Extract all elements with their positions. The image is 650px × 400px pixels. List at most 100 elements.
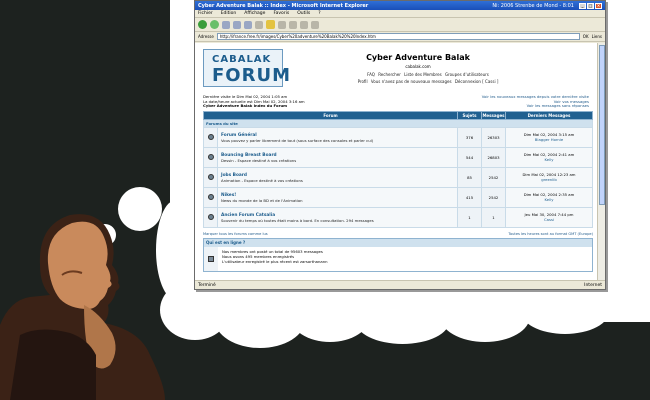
topics-count: 415: [457, 187, 482, 208]
menu-edit[interactable]: Edition: [221, 11, 237, 16]
refresh-icon[interactable]: [233, 20, 241, 29]
internet-zone: Internet: [584, 282, 602, 288]
col-posts: Messages: [481, 111, 506, 120]
nav-memberlist[interactable]: Liste des Membres: [404, 72, 442, 77]
titlebar-right-text: Ni: 2006 Strenbe de Mond - 8:01: [492, 2, 574, 9]
nav-usergroups[interactable]: Groupes d'utilisateurs: [445, 72, 489, 77]
posts-count: 1: [481, 207, 506, 228]
menu-tools[interactable]: Outils: [297, 11, 310, 16]
category-title[interactable]: Forums du site: [203, 119, 593, 128]
thinking-man-illustration: [0, 214, 165, 400]
close-button[interactable]: ×: [595, 2, 602, 9]
newest-member-line: L'utilisateur enregistré le plus récent …: [222, 259, 328, 264]
forum-index-link[interactable]: Cyber Adventure Balak Index du Forum: [203, 104, 305, 109]
scrollbar-thumb[interactable]: [599, 45, 605, 205]
posts-count: 2542: [481, 187, 506, 208]
menu-view[interactable]: Affichage: [244, 11, 265, 16]
forum-table: Forum Sujets Messages Derniers Messages …: [203, 111, 593, 228]
mail-icon[interactable]: [289, 20, 297, 29]
status-text: Terminé: [198, 282, 216, 288]
folder-icon: [207, 154, 214, 160]
col-topics: Sujets: [457, 111, 482, 120]
folder-icon: [207, 194, 214, 200]
last-post-user[interactable]: greenlib: [506, 177, 592, 183]
folder-icon: [207, 174, 214, 180]
forum-nav: FAQ Rechercher Liste des Membres Groupes…: [333, 71, 523, 85]
unanswered-link[interactable]: Voir les messages sans réponses: [482, 104, 589, 109]
last-post-user[interactable]: Cassi: [506, 217, 592, 223]
logo-line2: FORUM: [212, 65, 291, 86]
forum-description: Vous pouvez y parler librement de tout (…: [221, 137, 374, 143]
edit-icon[interactable]: [311, 20, 319, 29]
topics-count: 85: [457, 167, 482, 188]
minimize-button[interactable]: _: [579, 2, 586, 9]
search-icon[interactable]: [255, 20, 263, 29]
menu-favorites[interactable]: Favoris: [273, 11, 289, 16]
vertical-scrollbar[interactable]: [597, 43, 605, 280]
menu-bar: Fichier Edition Affichage Favoris Outils…: [195, 10, 605, 18]
browser-window: Cyber Adventure Balak :: Index - Microso…: [194, 0, 606, 290]
forum-description: Animation - Espace destiné à vos créatio…: [221, 177, 303, 183]
last-post-user[interactable]: Blagger Hornie: [506, 137, 592, 143]
forum-logo[interactable]: CABALAK FORUM: [203, 49, 290, 87]
table-row: Bouncing Breast Board Dessin - Espace de…: [203, 147, 593, 168]
address-input[interactable]: http://ifrance.free.fr/images/Cyber%20ad…: [216, 33, 580, 40]
stats-icon: [208, 256, 214, 262]
menu-file[interactable]: Fichier: [198, 11, 213, 16]
last-post-user[interactable]: Kelly: [506, 197, 592, 203]
nav-logout[interactable]: Déconnexion [ Cassi ]: [455, 79, 499, 84]
posts-count: 26803: [481, 147, 506, 168]
scene: Cyber Adventure Balak :: Index - Microso…: [0, 0, 650, 400]
cloud-bump: [440, 290, 530, 342]
last-post-user[interactable]: Kelly: [506, 157, 592, 163]
folder-icon: [207, 214, 214, 220]
stop-icon[interactable]: [222, 20, 230, 29]
window-title: Cyber Adventure Balak :: Index - Microso…: [198, 2, 369, 9]
topics-count: 544: [457, 147, 482, 168]
links-label[interactable]: Liens: [592, 34, 602, 39]
forum-description: News du monde de la BD et de l'Animation: [221, 197, 303, 203]
table-row: Forum Général Vous pouvez y parler libre…: [203, 127, 593, 148]
table-header: Forum Sujets Messages Derniers Messages: [203, 111, 593, 120]
folder-icon: [207, 134, 214, 140]
favorites-icon[interactable]: [266, 20, 275, 29]
online-stats: Nos membres ont posté un total de 95603 …: [218, 247, 332, 271]
category-row: Forums du site: [203, 119, 593, 128]
table-row: Ancien Forum Catsalia Souvenir du temps …: [203, 207, 593, 228]
window-titlebar: Cyber Adventure Balak :: Index - Microso…: [195, 1, 605, 10]
visit-info: Dernière visite le Dim Mai 02, 2004 1:05…: [203, 94, 305, 109]
address-bar: Adresse http://ifrance.free.fr/images/Cy…: [195, 32, 605, 42]
col-last-post: Derniers Messages: [505, 111, 593, 120]
table-footer: Marquer tous les forums comme lus Toutes…: [203, 232, 593, 236]
online-title[interactable]: Qui est en ligne ?: [204, 239, 592, 247]
nav-faq[interactable]: FAQ: [367, 72, 375, 77]
status-bar: Terminé Internet: [195, 280, 605, 289]
quick-links: Voir les nouveaux messages depuis votre …: [482, 94, 589, 109]
nav-messages[interactable]: Vous n'avez pas de nouveaux messages: [371, 79, 452, 84]
who-is-online: Qui est en ligne ? Nos membres ont posté…: [203, 238, 593, 272]
posts-count: 26303: [481, 127, 506, 148]
posts-count: 2542: [481, 167, 506, 188]
history-icon[interactable]: [278, 20, 286, 29]
logo-line1: CABALAK: [212, 54, 272, 65]
forum-description: Souvenir du temps où toutes était moins …: [221, 217, 374, 223]
forward-icon[interactable]: [210, 20, 219, 29]
site-url: cabalak.com: [405, 64, 431, 69]
maximize-button[interactable]: □: [587, 2, 594, 9]
print-icon[interactable]: [300, 20, 308, 29]
mark-read-link[interactable]: Marquer tous les forums comme lus: [203, 232, 268, 236]
toolbar: [195, 18, 605, 32]
cloud-bump: [355, 296, 450, 344]
go-button[interactable]: OK: [583, 34, 589, 39]
address-label: Adresse: [198, 34, 214, 39]
back-icon[interactable]: [198, 20, 207, 29]
topics-count: 1: [457, 207, 482, 228]
menu-help[interactable]: ?: [318, 11, 320, 16]
nav-profile[interactable]: Profil: [358, 79, 368, 84]
home-icon[interactable]: [244, 20, 252, 29]
table-row: Jobs Board Animation - Espace destiné à …: [203, 167, 593, 188]
table-row: Nikes! News du monde de la BD et de l'An…: [203, 187, 593, 208]
nav-search[interactable]: Rechercher: [378, 72, 401, 77]
page-viewport: CABALAK FORUM Cyber Adventure Balak caba…: [195, 43, 597, 280]
site-title: Cyber Adventure Balak: [366, 53, 470, 62]
